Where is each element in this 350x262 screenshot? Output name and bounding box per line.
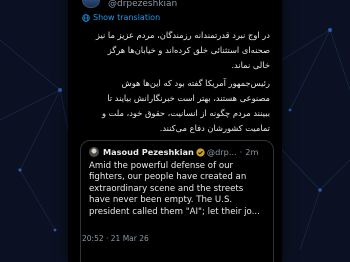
tweet-timestamp[interactable]: 20:52 · 21 Mar 26 bbox=[82, 234, 149, 243]
quoted-tweet-text: Amid the powerful defense of our fighter… bbox=[89, 161, 260, 217]
tweet-line: در اوج نبرد قدرتمندانه رزمندگان، مردم عز… bbox=[95, 30, 270, 40]
quoted-author-name[interactable]: Masoud Pezeshkian bbox=[103, 147, 194, 157]
quoted-author-handle[interactable]: @drp... bbox=[207, 147, 237, 157]
globe-icon bbox=[82, 13, 90, 22]
show-translation-link[interactable]: Show translation bbox=[82, 13, 160, 22]
quoted-tweet[interactable]: Masoud Pezeshkian @drp... · 2m Amid the … bbox=[80, 140, 274, 262]
tweet-line: ببینند مردم چگونه از انسانیت، حقوق خود، … bbox=[101, 108, 270, 118]
tweet-line: خالی نماند. bbox=[231, 60, 270, 70]
tweet-line: مصنوعی هستند، بهتر است خبرنگارانش بیایند… bbox=[107, 93, 270, 103]
show-translation-label: Show translation bbox=[93, 13, 161, 22]
quoted-time[interactable]: 2m bbox=[245, 147, 258, 157]
tweet-line: تمامیت کشورشان دفاع می‌کنند. bbox=[159, 123, 270, 133]
quoted-avatar[interactable] bbox=[89, 147, 99, 157]
author-handle[interactable]: @drpezeshkian bbox=[108, 0, 177, 9]
tweet-text: در اوج نبرد قدرتمندانه رزمندگان، مردم عز… bbox=[80, 28, 270, 136]
tweet-card: @drpezeshkian Show translation در اوج نب… bbox=[68, 0, 282, 262]
separator-dot: · bbox=[239, 147, 243, 157]
quoted-tweet-header: Masoud Pezeshkian @drp... · 2m bbox=[89, 147, 258, 157]
tweet-line: رئیس‌جمهور آمریکا گفته بود که این‌ها هوش bbox=[121, 78, 270, 88]
verified-badge-icon bbox=[196, 147, 205, 157]
avatar[interactable] bbox=[82, 0, 100, 8]
tweet-line: صحنه‌ای استثنائی خلق کرده‌اند و خیابان‌ه… bbox=[107, 45, 270, 55]
